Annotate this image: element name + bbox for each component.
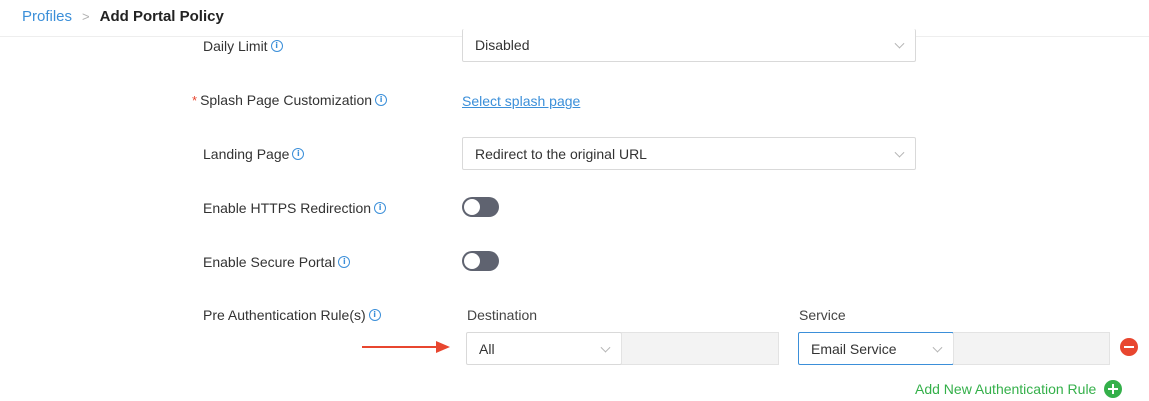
destination-value-input[interactable] <box>621 332 779 365</box>
daily-limit-select[interactable]: Disabled <box>462 29 916 62</box>
daily-limit-value: Disabled <box>475 37 530 53</box>
service-value: Email Service <box>811 340 897 357</box>
service-column-header: Service <box>799 307 846 323</box>
arrow-right-icon <box>362 341 450 353</box>
breadcrumb: Profiles > Add Portal Policy <box>22 8 224 25</box>
https-redirection-label: Enable HTTPS Redirection i <box>203 200 387 216</box>
toggle-knob <box>464 199 480 215</box>
chevron-down-icon <box>932 342 943 353</box>
splash-page-label-text: Splash Page Customization <box>200 92 373 108</box>
daily-limit-label-text: Daily Limit <box>203 38 268 54</box>
select-splash-page-link[interactable]: Select splash page <box>462 93 580 109</box>
info-icon[interactable]: i <box>292 148 305 160</box>
landing-page-value: Redirect to the original URL <box>475 145 647 162</box>
destination-select[interactable]: All <box>466 332 622 365</box>
info-icon[interactable]: i <box>374 202 387 214</box>
pre-auth-rules-label: Pre Authentication Rule(s) i <box>203 307 381 323</box>
landing-page-select[interactable]: Redirect to the original URL <box>462 137 916 170</box>
destination-column-header: Destination <box>467 307 538 323</box>
https-redirection-label-text: Enable HTTPS Redirection <box>203 200 372 216</box>
required-mark: * <box>192 92 198 108</box>
daily-limit-label: Daily Limit i <box>203 38 283 54</box>
pre-auth-rules-label-text: Pre Authentication Rule(s) <box>203 307 366 323</box>
add-authentication-rule[interactable]: Add New Authentication Rule <box>915 380 1123 398</box>
destination-value: All <box>479 340 495 357</box>
secure-portal-label: Enable Secure Portal i <box>203 254 351 270</box>
secure-portal-toggle[interactable] <box>462 251 499 271</box>
info-icon[interactable]: i <box>338 256 351 268</box>
landing-page-label: Landing Page i <box>203 146 305 162</box>
info-icon[interactable]: i <box>375 94 388 106</box>
info-icon[interactable]: i <box>270 40 283 52</box>
breadcrumb-separator-icon: > <box>82 9 90 24</box>
splash-page-label: * Splash Page Customization i <box>192 92 388 108</box>
service-select[interactable]: Email Service <box>798 332 954 365</box>
service-value-input[interactable] <box>953 332 1110 365</box>
chevron-down-icon <box>600 342 611 353</box>
plus-circle-icon[interactable] <box>1104 380 1123 398</box>
page-title: Add Portal Policy <box>99 8 224 25</box>
chevron-down-icon <box>894 38 905 49</box>
landing-page-label-text: Landing Page <box>203 146 290 162</box>
secure-portal-label-text: Enable Secure Portal <box>203 254 336 270</box>
info-icon[interactable]: i <box>368 309 381 321</box>
breadcrumb-profiles-link[interactable]: Profiles <box>22 8 72 25</box>
chevron-down-icon <box>894 147 905 158</box>
add-authentication-rule-label: Add New Authentication Rule <box>915 381 1097 397</box>
https-redirection-toggle[interactable] <box>462 197 499 217</box>
toggle-knob <box>464 253 480 269</box>
remove-rule-button[interactable] <box>1120 338 1138 356</box>
